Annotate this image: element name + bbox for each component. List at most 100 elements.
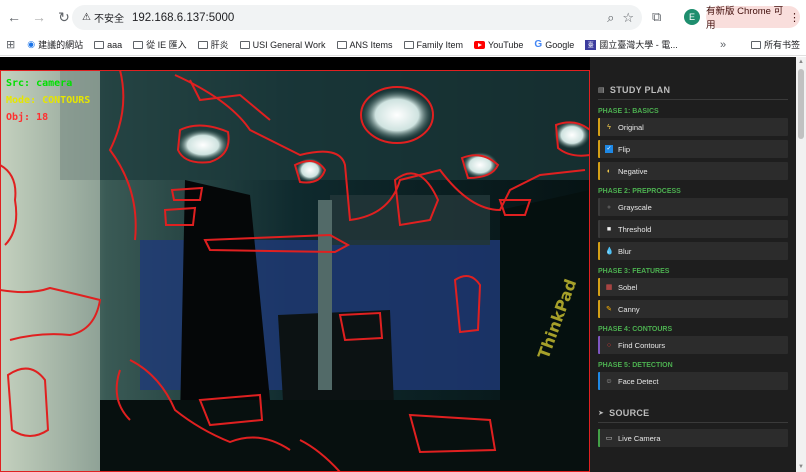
circle-icon: ● <box>606 203 612 211</box>
bolt-icon: ϟ <box>607 123 611 131</box>
square-icon: ■ <box>606 225 612 233</box>
bookmark-item[interactable]: 從 IE 匯入 <box>133 38 187 51</box>
folder-icon <box>133 40 144 49</box>
item-label: Threshold <box>618 224 652 234</box>
extensions-icon[interactable]: ⧉ <box>652 9 661 25</box>
item-label: Live Camera <box>618 433 661 443</box>
phase-label: PHASE 2: PREPROCESS <box>598 188 681 195</box>
mode-face-detect-button[interactable]: ☺ Face Detect <box>598 372 788 390</box>
zoom-icon[interactable]: ⌕ <box>607 10 614 26</box>
bookmark-item[interactable]: YouTube <box>474 40 523 50</box>
window-wall <box>0 70 100 472</box>
bookmark-label: USI General Work <box>252 39 326 50</box>
insecure-label[interactable]: 不安全 <box>94 10 124 25</box>
half-moon-icon: ◐ <box>606 167 612 175</box>
phase-label: PHASE 4: CONTOURS <box>598 326 673 333</box>
item-label: Blur <box>618 246 632 256</box>
folder-icon <box>239 40 250 49</box>
mode-readout: Mode: CONTOURS <box>6 95 91 106</box>
bookmarks-bar: ⊞ ◉ 建議的網站 aaa 從 IE 匯入 肝炎 USI General Wor… <box>0 34 806 56</box>
item-label: Canny <box>618 304 640 314</box>
ring-icon: ○ <box>606 341 612 349</box>
forward-arrow-icon[interactable]: → <box>28 6 50 28</box>
bookmark-item[interactable]: ◉ 建議的網站 <box>27 38 83 51</box>
desk-area <box>100 400 590 472</box>
mode-flip-button[interactable]: ✓ Flip <box>598 140 788 158</box>
folder-icon <box>336 40 347 49</box>
scroll-thumb[interactable] <box>798 69 804 139</box>
all-bookmarks-button[interactable]: 所有书签 <box>751 38 800 51</box>
update-chrome-button[interactable]: 有新版 Chrome 可用 ⋮ <box>706 6 800 31</box>
bookmark-item[interactable]: G Google <box>534 39 574 50</box>
all-bookmarks-label: 所有书签 <box>764 40 801 50</box>
source-header: ➤ SOURCE <box>598 408 788 423</box>
ceiling-light <box>554 121 590 149</box>
bookmark-label: 從 IE 匯入 <box>146 40 187 50</box>
scroll-up-arrow-icon[interactable]: ▲ <box>798 59 804 65</box>
bookmark-item[interactable]: Family Item <box>403 40 463 50</box>
folder-icon <box>197 40 208 49</box>
browser-toolbar: ← → ↻ ⚠ 不安全 192.168.6.137:5000 ⌕ ☆ ⧉ E 有… <box>0 0 806 34</box>
youtube-icon <box>474 40 486 49</box>
bookmarks-overflow-button[interactable]: » <box>720 39 726 51</box>
phase-label: PHASE 5: DETECTION <box>598 362 673 369</box>
mode-canny-button[interactable]: ✎ Canny <box>598 300 788 318</box>
item-label: Find Contours <box>618 340 666 350</box>
google-icon: G <box>534 39 543 50</box>
bookmark-item[interactable]: 肝炎 <box>197 38 229 51</box>
bookmark-star-icon[interactable]: ☆ <box>622 10 634 26</box>
study-plan-sidebar: ▤ STUDY PLAN PHASE 1: BASICS ϟ Original … <box>590 57 796 472</box>
mode-negative-button[interactable]: ◐ Negative <box>598 162 788 180</box>
address-bar[interactable]: ⚠ 不安全 192.168.6.137:5000 ⌕ ☆ <box>72 5 642 30</box>
bookmark-label: 肝炎 <box>210 40 229 50</box>
book-icon: ▤ <box>598 87 605 94</box>
folder-icon <box>94 40 105 49</box>
bookmark-label: 建議的網站 <box>38 40 84 50</box>
mode-grayscale-button[interactable]: ● Grayscale <box>598 198 788 216</box>
warning-icon[interactable]: ⚠ <box>82 12 91 23</box>
url-text[interactable]: 192.168.6.137:5000 <box>132 12 234 24</box>
profile-avatar[interactable]: E <box>684 9 700 25</box>
person-icon: ☺ <box>605 377 613 385</box>
phase-label: PHASE 1: BASICS <box>598 108 659 115</box>
avatar-letter: E <box>688 12 695 22</box>
bookmark-item[interactable]: aaa <box>94 40 122 50</box>
scroll-down-arrow-icon[interactable]: ▼ <box>798 464 804 470</box>
mode-original-button[interactable]: ϟ Original <box>598 118 788 136</box>
chrome-suggested-icon: ◉ <box>27 39 36 49</box>
back-arrow-icon[interactable]: ← <box>3 6 25 28</box>
source-title: SOURCE <box>609 408 650 418</box>
bookmark-label: YouTube <box>488 39 524 50</box>
mode-blur-button[interactable]: 💧 Blur <box>598 242 788 260</box>
source-live-camera-button[interactable]: ▭ Live Camera <box>598 429 788 447</box>
bookmark-item[interactable]: USI General Work <box>239 39 326 50</box>
study-plan-header: ▤ STUDY PLAN <box>598 85 788 100</box>
bookmark-item[interactable]: 臺 國立臺灣大學 - 電... <box>585 38 678 51</box>
apps-grid-icon[interactable]: ⊞ <box>6 38 15 51</box>
cursor-icon: ➤ <box>598 410 605 417</box>
camera-frame: ThinkPad <box>0 70 590 472</box>
page-scrollbar[interactable]: ▲ ▼ <box>796 57 806 472</box>
item-label: Face Detect <box>618 376 659 386</box>
item-label: Sobel <box>618 282 638 292</box>
mode-sobel-button[interactable]: ▦ Sobel <box>598 278 788 296</box>
camera-icon: ▭ <box>605 435 613 442</box>
droplet-icon: 💧 <box>605 248 614 255</box>
ceiling-light <box>361 89 433 141</box>
mode-find-contours-button[interactable]: ○ Find Contours <box>598 336 788 354</box>
mode-threshold-button[interactable]: ■ Threshold <box>598 220 788 238</box>
app-page: ThinkPad Src: camera Mode: CONTOURS Obj:… <box>0 57 806 472</box>
bookmark-label: ANS Items <box>349 39 393 50</box>
chart-icon: ▦ <box>605 284 613 291</box>
more-vert-icon: ⋮ <box>789 11 800 24</box>
pencil-icon: ✎ <box>606 306 612 313</box>
bookmark-item[interactable]: ANS Items <box>336 39 393 50</box>
object-count-readout: Obj: 18 <box>6 112 49 123</box>
item-label: Grayscale <box>618 202 652 212</box>
video-feed: ThinkPad Src: camera Mode: CONTOURS Obj:… <box>0 70 590 472</box>
phase-label: PHASE 3: FEATURES <box>598 268 670 275</box>
ntu-icon: 臺 <box>585 39 597 50</box>
omnibox-actions: ⌕ ☆ <box>607 5 634 30</box>
folder-icon <box>403 40 414 49</box>
study-plan-title: STUDY PLAN <box>609 85 671 95</box>
